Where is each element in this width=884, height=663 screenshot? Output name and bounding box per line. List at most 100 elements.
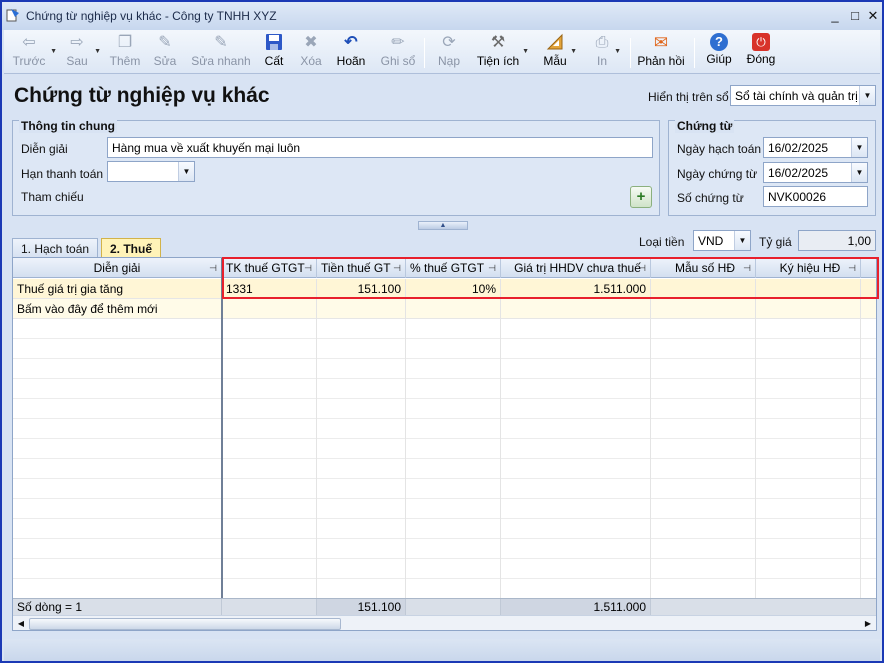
description-label: Diễn giải [21,142,68,156]
status-bar [4,639,880,661]
column-header-label: Giá trị HHDV chưa thuế [514,261,641,275]
edit-label: Sửa [153,54,177,68]
pin-icon[interactable]: ⊣ [209,258,217,278]
table-row[interactable]: Thuế giá trị gia tăng 1331 151.100 10% 1… [13,279,876,299]
chevron-down-icon[interactable]: ▼ [94,48,101,55]
close-form-button[interactable]: ⏻ Đóng [744,32,778,72]
chevron-down-icon[interactable]: ▼ [851,163,867,182]
column-header-pre-tax-value[interactable]: Giá trị HHDV chưa thuế ⊣ [501,258,651,278]
cell-vat-rate[interactable]: 10% [406,279,501,299]
collapse-header-button[interactable]: ▲ [418,221,468,230]
chevron-down-icon[interactable]: ▼ [522,48,529,55]
cell-vat-account[interactable]: 1331 [222,279,317,299]
maximize-button[interactable]: □ [846,7,864,25]
display-on-ledger-select[interactable]: Sổ tài chính và quản trị ▼ [730,85,876,106]
toolbar: ⇦ Trước ▼ ⇨ Sau ▼ ❐ Thêm ✎ Sửa ✎ Sửa nha… [4,30,880,74]
pin-icon[interactable]: ⊣ [393,258,401,278]
column-header-vat-amount[interactable]: Tiền thuế GT ⊣ [317,258,406,278]
save-button[interactable]: Cất [260,32,288,72]
column-header-vat-account[interactable]: TK thuế GTGT ⊣ [222,258,317,278]
cell-invoice-form[interactable] [651,279,756,299]
pin-icon[interactable]: ⊣ [743,258,751,278]
template-label: Mẫu [543,54,567,68]
voucher-number-input[interactable]: NVK00026 [763,186,868,207]
post-button[interactable]: ✏ Ghi sổ [378,32,418,72]
add-new-row-hint[interactable]: Bấm vào đây để thêm mới [13,299,222,319]
feedback-label: Phản hồi [637,54,685,68]
voucher-date-input[interactable]: 16/02/2025 ▼ [763,162,868,183]
add-button[interactable]: ❐ Thêm [108,32,142,72]
posting-date-label: Ngày hạch toán [677,142,762,156]
horizontal-scrollbar[interactable]: ◀ ▶ [13,615,876,630]
add-new-row[interactable]: Bấm vào đây để thêm mới [13,299,876,319]
due-date-select[interactable]: ▼ [107,161,195,182]
next-button[interactable]: ⇨ Sau ▼ [60,32,101,72]
chevron-down-icon[interactable]: ▼ [50,48,57,55]
scroll-left-icon[interactable]: ◀ [14,617,28,630]
display-on-ledger-label: Hiển thị trên sổ [648,90,729,104]
main-window: Chứng từ nghiệp vụ khác - Công ty TNHH X… [0,0,884,663]
cell-invoice-symbol[interactable] [756,279,861,299]
minimize-button[interactable]: _ [826,7,844,25]
scrollbar-thumb[interactable] [29,618,341,630]
printer-icon: ⎙ [595,34,609,51]
chevron-down-icon[interactable]: ▼ [851,138,867,157]
help-button[interactable]: ? Giúp [704,32,734,72]
exchange-rate-input[interactable]: 1,00 [798,230,876,251]
column-header-label: Tiền thuế GT [321,261,391,275]
column-header-label: Diễn giải [93,261,141,275]
chevron-down-icon[interactable]: ▼ [734,231,750,250]
delete-label: Xóa [300,54,322,68]
chevron-down-icon[interactable]: ▼ [859,86,875,105]
column-header-label: % thuế GTGT [410,261,485,275]
chevron-down-icon[interactable]: ▼ [614,48,621,55]
help-label: Giúp [706,52,732,66]
template-button[interactable]: Mẫu ▼ [540,32,577,72]
column-divider [500,279,501,598]
tab-tax[interactable]: 2. Thuế [101,238,162,258]
tools-icon: ⚒ [490,34,506,51]
pin-icon[interactable]: ⊣ [304,258,312,278]
chevron-down-icon[interactable]: ▼ [570,48,577,55]
close-button[interactable]: ✕ [864,7,882,25]
column-header-invoice-symbol[interactable]: Ký hiệu HĐ ⊣ [756,258,861,278]
previous-label: Trước [12,54,46,68]
tax-grid: Diễn giải ⊣ TK thuế GTGT ⊣ Tiền thuế GT ⊣ %… [12,257,877,631]
column-header-label: Mẫu số HĐ [674,261,736,275]
toolbar-separator [694,38,695,68]
cell-pre-tax-value[interactable]: 1.511.000 [501,279,651,299]
tax-total: 151.100 [317,599,406,616]
add-reference-button[interactable]: + [630,186,652,208]
pin-icon[interactable]: ⊣ [638,258,646,278]
toolbar-separator [424,38,425,68]
delete-button[interactable]: ✖ Xóa [296,32,326,72]
voucher-number-label: Số chứng từ [677,191,744,205]
feedback-button[interactable]: ✉ Phản hồi [636,32,686,72]
tab-accounting[interactable]: 1. Hạch toán [12,238,99,258]
pin-icon[interactable]: ⊣ [848,258,856,278]
pin-icon[interactable]: ⊣ [488,258,496,278]
utilities-button[interactable]: ⚒ Tiện ích ▼ [474,32,529,72]
quick-edit-button[interactable]: ✎ Sửa nhanh [190,32,252,72]
edit-button[interactable]: ✎ Sửa [150,32,180,72]
column-header-description[interactable]: Diễn giải ⊣ [13,258,222,278]
add-icon: + [636,188,646,205]
column-header-invoice-form[interactable]: Mẫu số HĐ ⊣ [651,258,756,278]
currency-value: VND [698,234,724,248]
scroll-right-icon[interactable]: ▶ [861,617,875,630]
app-icon [6,9,19,22]
chevron-down-icon[interactable]: ▼ [178,162,194,181]
undo-icon: ↶ [344,34,358,51]
display-on-ledger-value: Sổ tài chính và quản trị [735,89,858,103]
undo-button[interactable]: ↶ Hoãn [334,32,368,72]
cell-description[interactable]: Thuế giá trị gia tăng [13,279,222,299]
currency-select[interactable]: VND ▼ [693,230,751,251]
mail-icon: ✉ [653,33,669,52]
print-button[interactable]: ⎙ In ▼ [590,32,621,72]
reload-button[interactable]: ⟳ Nạp [434,32,464,72]
column-header-vat-rate[interactable]: % thuế GTGT ⊣ [406,258,501,278]
posting-date-input[interactable]: 16/02/2025 ▼ [763,137,868,158]
description-input[interactable]: Hàng mua về xuất khuyến mại luôn [107,137,653,158]
previous-button[interactable]: ⇦ Trước ▼ [8,32,57,72]
cell-vat-amount[interactable]: 151.100 [317,279,406,299]
